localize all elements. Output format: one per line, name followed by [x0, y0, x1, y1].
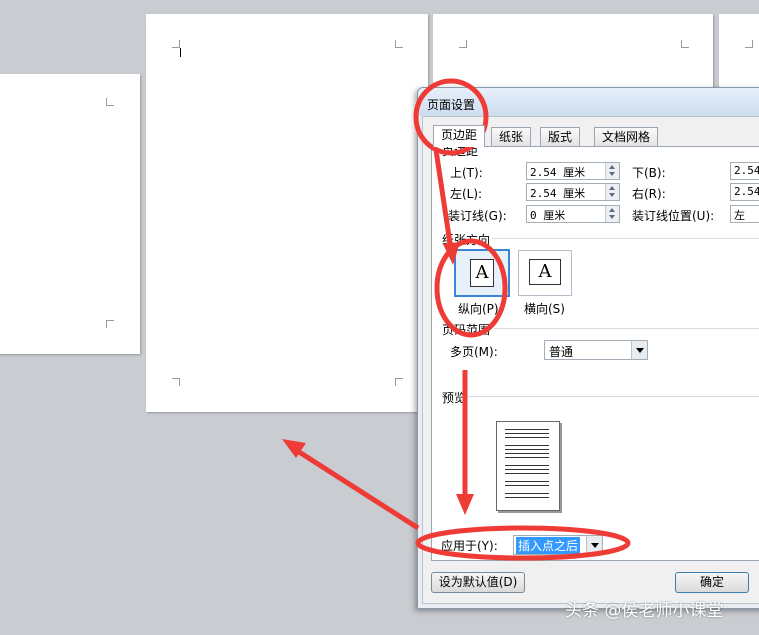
tab-margins[interactable]: 页边距 — [433, 125, 486, 147]
annotation-arrow-line — [433, 149, 454, 251]
annotation-circle-orientation — [434, 238, 508, 338]
tab-label: 页边距 — [441, 128, 478, 142]
annotation-arrow-line — [294, 447, 420, 531]
annotation-overlay — [282, 78, 631, 561]
watermark-text: 头条 @侯老师小课堂 — [565, 601, 724, 621]
annotation-circle-apply — [415, 525, 631, 561]
annotation-arrow-head — [456, 494, 474, 515]
